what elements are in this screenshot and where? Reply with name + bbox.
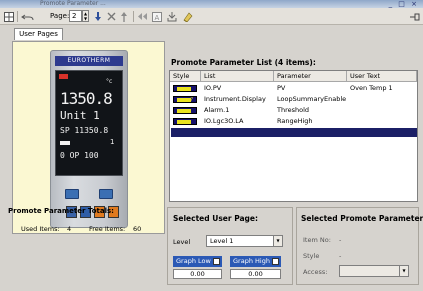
page-label: Page: — [50, 12, 70, 20]
level-select[interactable]: Level 1 ▼ — [206, 235, 283, 247]
selected-param-title: Selected Promote Parameter: — [301, 214, 423, 223]
device-pv-readout: 1350.8 — [60, 89, 113, 108]
style-label: Style — [303, 252, 320, 260]
level-label: Level — [173, 238, 191, 246]
column-header-list[interactable]: List — [201, 71, 274, 82]
graph-high-input[interactable]: 0.00 — [230, 269, 281, 279]
style-indicator — [173, 107, 197, 114]
window-title: Promote Parameter ... — [40, 0, 106, 7]
style-value: - — [339, 252, 342, 260]
user-text-cell — [347, 94, 417, 105]
selected-user-page-panel: Selected User Page: Level Level 1 ▼ Grap… — [167, 207, 293, 285]
level-value: Level 1 — [210, 237, 234, 245]
device-unit-label: Unit 1 — [60, 109, 100, 122]
item-no-value: - — [339, 236, 342, 244]
alarm-led — [59, 74, 68, 79]
used-items-value: 4 — [67, 225, 72, 233]
undo-icon[interactable] — [21, 11, 35, 22]
column-header-parameter[interactable]: Parameter — [274, 71, 347, 82]
list-cell: IO.Lgc3O.LA — [204, 117, 244, 125]
device-output-bar — [60, 141, 70, 145]
device-preview-pane: EUROTHERM °c 1350.8 Unit 1 SP 11350.8 1 … — [12, 41, 165, 234]
export-icon[interactable] — [166, 11, 177, 22]
move-up-icon[interactable] — [119, 11, 129, 22]
selected-empty-row[interactable] — [171, 128, 417, 137]
promote-parameter-list: Style List Parameter User Text IO.PV PV … — [169, 70, 418, 202]
user-text-cell: Oven Temp 1 — [350, 84, 393, 92]
toolbar: Page: 2 ▲ ▼ A — [0, 8, 423, 25]
title-bar: Promote Parameter ... _ □ × — [0, 0, 423, 8]
chevron-down-icon[interactable]: ▼ — [273, 236, 282, 246]
parameter-cell: Threshold — [277, 106, 310, 114]
parameter-cell: RangeHigh — [277, 117, 313, 125]
access-select[interactable]: ▼ — [339, 265, 409, 277]
window-controls[interactable]: _ □ × — [389, 0, 419, 8]
graph-high-checkbox[interactable] — [272, 258, 279, 265]
device-bar-value: 1 — [110, 138, 115, 146]
access-label: Access: — [303, 268, 328, 276]
style-indicator: ? — [173, 96, 197, 103]
used-items-label: Used Items: — [21, 225, 60, 233]
selected-page-title: Selected User Page: — [173, 214, 259, 223]
style-indicator — [173, 118, 197, 125]
graph-low-input[interactable]: 0.00 — [173, 269, 222, 279]
user-text-cell — [347, 105, 417, 116]
tab-user-pages[interactable]: User Pages — [14, 28, 63, 40]
pin-icon[interactable] — [410, 11, 420, 22]
svg-text:A: A — [154, 14, 159, 22]
free-items-label: Free Items: — [89, 225, 126, 233]
toolbar-separator — [133, 11, 134, 22]
free-items-value: 60 — [133, 225, 142, 233]
tab-strip: User Pages — [0, 26, 423, 40]
device-sp-readout: SP 11350.8 — [60, 126, 109, 135]
page-number-input[interactable]: 2 — [69, 10, 82, 22]
graph-low-checkbox[interactable] — [213, 258, 220, 265]
chevron-down-icon[interactable]: ▼ — [399, 266, 408, 276]
device-key-2[interactable] — [99, 189, 113, 199]
parameter-cell: LoopSummaryEnable — [277, 95, 347, 103]
column-header-user-text[interactable]: User Text — [347, 71, 417, 82]
device-key-1[interactable] — [65, 189, 79, 199]
device-unit-symbol: °c — [106, 78, 113, 85]
controller-preview: EUROTHERM °c 1350.8 Unit 1 SP 11350.8 1 … — [50, 50, 128, 228]
delete-icon[interactable] — [106, 11, 116, 22]
list-cell: IO.PV — [204, 84, 222, 92]
device-brand: EUROTHERM — [55, 56, 123, 66]
device-function-keys — [61, 183, 117, 201]
insert-icon[interactable]: A — [151, 11, 162, 22]
grid-icon[interactable] — [3, 11, 14, 22]
device-op-readout: 0 OP 100 — [60, 151, 99, 160]
list-cell: Instrument.Display — [204, 95, 266, 103]
item-no-label: Item No: — [303, 236, 331, 244]
parameter-cell: PV — [277, 84, 286, 92]
column-header-style[interactable]: Style — [170, 71, 201, 82]
move-first-icon[interactable] — [137, 11, 148, 22]
user-text-cell — [347, 116, 417, 127]
clear-icon[interactable] — [181, 11, 193, 22]
page-spinner[interactable]: ▲ ▼ — [82, 10, 89, 22]
style-indicator — [173, 85, 197, 92]
list-cell: Alarm.1 — [204, 106, 230, 114]
toolbar-separator — [17, 11, 18, 22]
totals-title: Promote Parameter Totals: — [8, 207, 114, 215]
move-down-icon[interactable] — [93, 11, 103, 22]
device-display: °c 1350.8 Unit 1 SP 11350.8 1 0 OP 100 — [55, 70, 123, 176]
list-title: Promote Parameter List (4 items): — [171, 58, 316, 67]
selected-promote-parameter-panel: Selected Promote Parameter: Item No: - S… — [296, 207, 423, 285]
